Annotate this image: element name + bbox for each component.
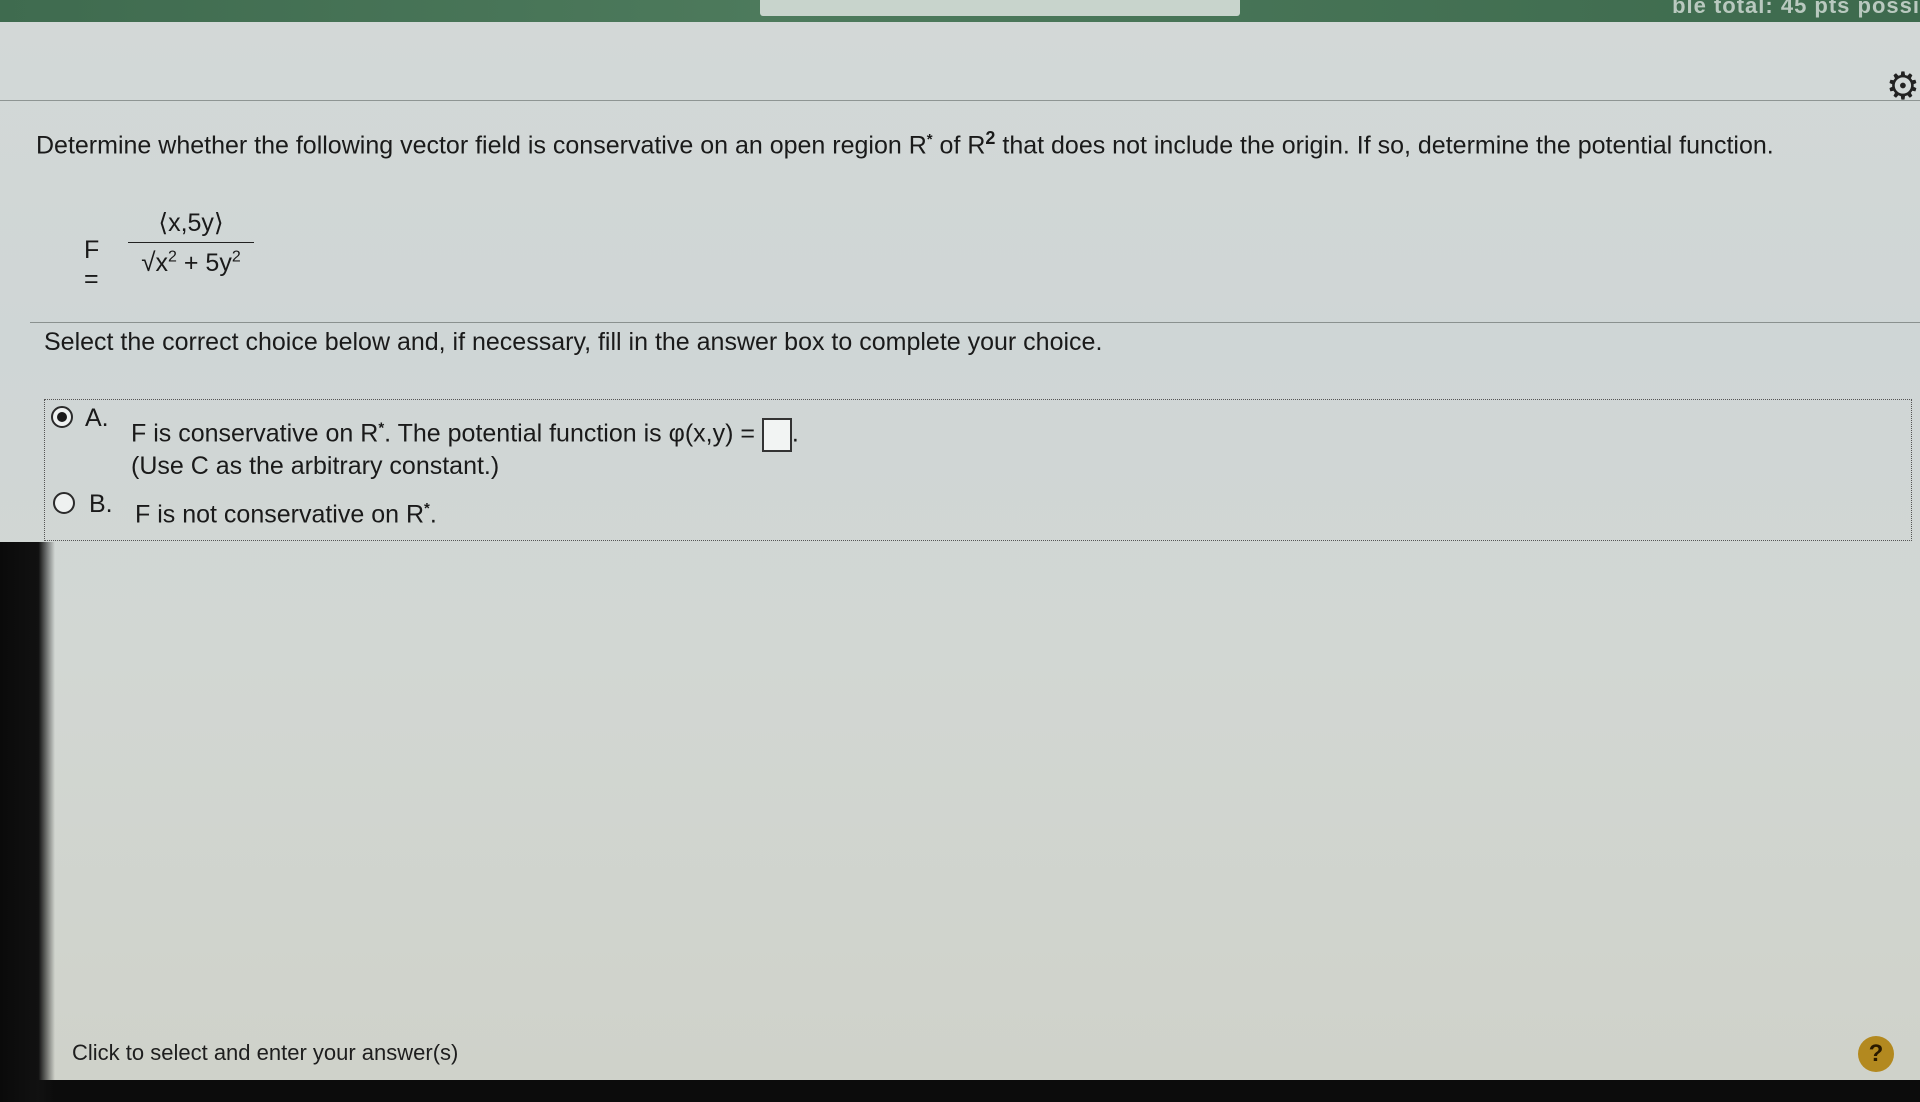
formula-fraction: ⟨x,5y⟩ √x2 + 5y2	[128, 208, 254, 278]
r-squared-sup: 2	[985, 128, 996, 148]
choice-a-text[interactable]: F is conservative on R*. The potential f…	[131, 418, 799, 452]
den-x: x	[155, 249, 169, 277]
choice-a-letter[interactable]: A.	[85, 404, 109, 433]
prompt-text-1: Determine whether the following vector f…	[36, 131, 927, 160]
formula-label: F =	[84, 236, 100, 293]
choice-b-text[interactable]: F is not conservative on R*.	[135, 500, 437, 529]
question-prompt: Determine whether the following vector f…	[36, 128, 1866, 160]
points-possible-text: ble total: 45 pts possi	[1672, 0, 1920, 18]
den-x-exponent: 2	[168, 248, 177, 266]
potential-function-answer-box[interactable]	[761, 418, 792, 452]
choice-b-letter[interactable]: B.	[89, 490, 113, 519]
screen-bezel-shadow	[0, 542, 55, 1102]
browser-top-bar: ble total: 45 pts possi	[0, 0, 1920, 22]
gear-icon[interactable]: ⚙	[1886, 68, 1920, 106]
den-y-exponent: 2	[231, 248, 241, 266]
formula-denominator: √x2 + 5y2	[128, 247, 254, 278]
prompt-text-2: of R	[932, 131, 986, 160]
radio-choice-b[interactable]	[53, 492, 75, 514]
tab-strip[interactable]	[760, 0, 1240, 16]
help-icon[interactable]: ?	[1858, 1036, 1894, 1072]
choice-group: A. F is conservative on R*. The potentia…	[44, 399, 1912, 541]
formula-numerator: ⟨x,5y⟩	[158, 209, 224, 237]
radio-choice-a[interactable]	[51, 406, 73, 428]
question-header: ⚙	[0, 22, 1920, 106]
choice-b-text-2: .	[429, 500, 437, 529]
choice-b-text-1: F is not conservative on R	[135, 500, 425, 529]
choice-a-note: (Use C as the arbitrary constant.)	[131, 452, 500, 480]
instruction-text: Select the correct choice below and, if …	[44, 328, 1103, 356]
choice-a-text-1: F is conservative on R	[131, 419, 379, 448]
prompt-text-3: that does not include the origin. If so,…	[995, 131, 1774, 160]
choice-a-text-3: .	[791, 419, 799, 448]
choice-a-text-2: . The potential function is φ(x,y) =	[384, 419, 762, 448]
question-page: ⚙ Determine whether the following vector…	[0, 22, 1920, 1102]
fraction-bar	[128, 242, 254, 243]
den-mid: + 5y	[176, 249, 232, 277]
sqrt-symbol: √	[141, 247, 156, 277]
footer-hint: Click to select and enter your answer(s)	[72, 1040, 459, 1065]
section-divider	[30, 322, 1920, 323]
